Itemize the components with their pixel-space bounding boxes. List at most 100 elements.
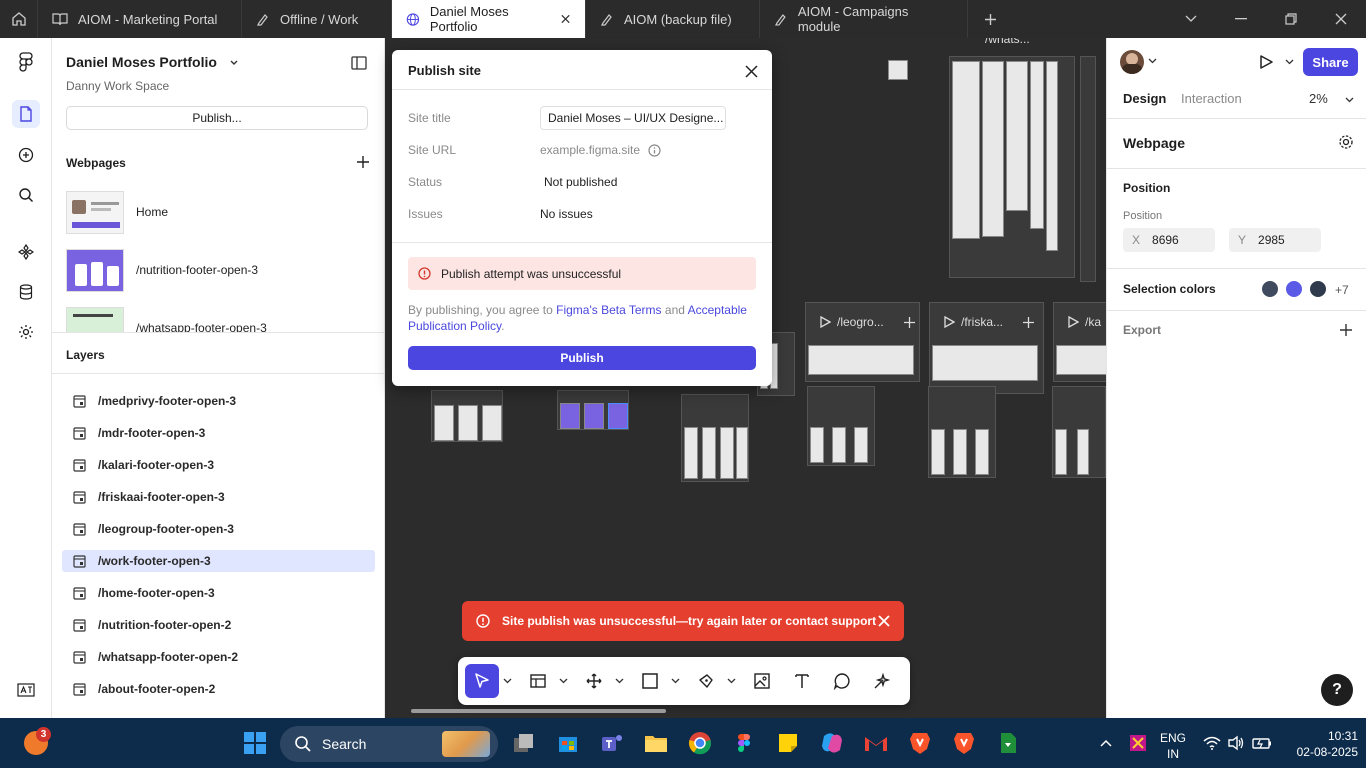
beta-terms-link[interactable]: Figma's Beta Terms: [556, 303, 661, 317]
frame-tool-button[interactable]: [521, 664, 555, 698]
layer-item[interactable]: /mdr-footer-open-3: [62, 422, 375, 444]
battery-status[interactable]: [1248, 729, 1276, 757]
chrome-app[interactable]: [686, 729, 714, 757]
ai-text-button[interactable]: [12, 676, 40, 704]
frame-label[interactable]: /whats...: [985, 38, 1030, 46]
sticky-notes-app[interactable]: [774, 729, 802, 757]
frame-group[interactable]: [431, 390, 503, 442]
share-button[interactable]: Share: [1303, 48, 1358, 76]
frame-tool-dropdown[interactable]: [555, 678, 571, 684]
frame-thumbnail[interactable]: [888, 60, 908, 80]
layer-item-selected[interactable]: /work-footer-open-3: [62, 550, 375, 572]
frame-group[interactable]: [1080, 56, 1096, 282]
tray-app[interactable]: [1124, 729, 1152, 757]
tab-interaction[interactable]: Interaction: [1181, 91, 1242, 106]
dialog-publish-button[interactable]: Publish: [408, 346, 756, 370]
shape-tool-button[interactable]: [633, 664, 667, 698]
brave-browser-app-2[interactable]: [950, 729, 978, 757]
chevron-down-icon[interactable]: [1285, 59, 1294, 65]
chevron-down-icon[interactable]: [1148, 58, 1157, 64]
avatar[interactable]: [1120, 50, 1144, 74]
downloads-app[interactable]: [994, 729, 1022, 757]
interactions-tool-dropdown[interactable]: [611, 678, 627, 684]
play-icon[interactable]: [1258, 54, 1274, 70]
color-swatch[interactable]: [1262, 281, 1278, 297]
canvas-horizontal-scrollbar[interactable]: [411, 709, 666, 713]
gear-icon[interactable]: [1338, 134, 1354, 150]
color-swatch[interactable]: [1286, 281, 1302, 297]
minimize-button[interactable]: [1216, 0, 1266, 38]
frame-label[interactable]: /friska...: [943, 315, 1035, 329]
plus-icon[interactable]: [357, 156, 369, 168]
weather-widget[interactable]: 3: [22, 727, 51, 757]
help-button[interactable]: ?: [1321, 674, 1353, 706]
tab-daniel-moses-portfolio[interactable]: Daniel Moses Portfolio: [392, 0, 586, 38]
clock[interactable]: 10:31 02-08-2025: [1282, 728, 1358, 760]
tab-aiom-backup[interactable]: AIOM (backup file): [586, 0, 760, 38]
move-tool-dropdown[interactable]: [499, 678, 515, 684]
toggle-sidebar-icon[interactable]: [351, 56, 367, 70]
position-x-field[interactable]: X 8696: [1123, 228, 1215, 252]
close-icon[interactable]: [874, 611, 894, 631]
start-button[interactable]: [241, 729, 269, 757]
project-title[interactable]: Daniel Moses Portfolio: [66, 54, 239, 70]
settings-button[interactable]: [12, 318, 40, 346]
taskbar-search-box[interactable]: Search: [280, 726, 498, 762]
add-button[interactable]: [12, 141, 40, 169]
dialog-close-button[interactable]: [742, 62, 760, 80]
frame-group[interactable]: [557, 390, 629, 430]
comment-tool-button[interactable]: [825, 664, 859, 698]
tray-overflow-button[interactable]: [1092, 729, 1120, 757]
info-icon[interactable]: [648, 143, 661, 157]
publish-button[interactable]: Publish...: [66, 106, 368, 130]
layer-item[interactable]: /whatsapp-footer-open-2: [62, 646, 375, 668]
frame-group[interactable]: [681, 394, 749, 482]
figma-menu-button[interactable]: [12, 48, 40, 76]
store-app[interactable]: [554, 729, 582, 757]
file-explorer-app[interactable]: [642, 729, 670, 757]
ai-tool-button[interactable]: [865, 664, 899, 698]
color-swatch[interactable]: [1310, 281, 1326, 297]
task-view-button[interactable]: [510, 729, 538, 757]
brave-browser-app[interactable]: [906, 729, 934, 757]
image-tool-button[interactable]: [745, 664, 779, 698]
pen-tool-dropdown[interactable]: [723, 678, 739, 684]
search-button[interactable]: [12, 181, 40, 209]
webpage-item-home[interactable]: Home: [66, 191, 366, 235]
tab-design[interactable]: Design: [1123, 91, 1166, 106]
position-y-field[interactable]: Y 2985: [1229, 228, 1321, 252]
text-tool-button[interactable]: [785, 664, 819, 698]
site-title-input[interactable]: Daniel Moses – UI/UX Designe...: [540, 106, 726, 130]
layer-item[interactable]: /about-footer-open-2: [62, 678, 375, 700]
pages-button[interactable]: [12, 100, 40, 128]
tabs-dropdown-button[interactable]: [1166, 0, 1216, 38]
tab-aiom-marketing-portal[interactable]: AIOM - Marketing Portal: [38, 0, 242, 38]
interactions-tool-button[interactable]: [577, 664, 611, 698]
frame-group[interactable]: [949, 56, 1075, 278]
cms-button[interactable]: [12, 278, 40, 306]
copilot-app[interactable]: [818, 729, 846, 757]
pen-tool-button[interactable]: [689, 664, 723, 698]
layer-item[interactable]: /nutrition-footer-open-2: [62, 614, 375, 636]
shape-tool-dropdown[interactable]: [667, 678, 683, 684]
move-tool-button[interactable]: [465, 664, 499, 698]
restore-button[interactable]: [1266, 0, 1316, 38]
home-button[interactable]: [0, 0, 38, 38]
tab-offline-work[interactable]: Offline / Work: [242, 0, 392, 38]
frame-label[interactable]: /leogro...: [819, 315, 915, 329]
layer-item[interactable]: /friskaai-footer-open-3: [62, 486, 375, 508]
frame-group[interactable]: [1053, 302, 1106, 382]
figma-app[interactable]: [730, 729, 758, 757]
frame-group[interactable]: [807, 386, 875, 466]
layer-item[interactable]: /kalari-footer-open-3: [62, 454, 375, 476]
frame-group[interactable]: [1052, 386, 1106, 478]
gmail-app[interactable]: [862, 729, 890, 757]
teams-app[interactable]: [598, 729, 626, 757]
frame-label[interactable]: /ka: [1067, 315, 1101, 329]
frame-group[interactable]: [928, 386, 996, 478]
tab-aiom-campaigns[interactable]: AIOM - Campaigns module: [760, 0, 968, 38]
components-button[interactable]: [12, 238, 40, 266]
layer-item[interactable]: /medprivy-footer-open-3: [62, 390, 375, 412]
frame-group[interactable]: [805, 302, 920, 382]
layer-item[interactable]: /leogroup-footer-open-3: [62, 518, 375, 540]
